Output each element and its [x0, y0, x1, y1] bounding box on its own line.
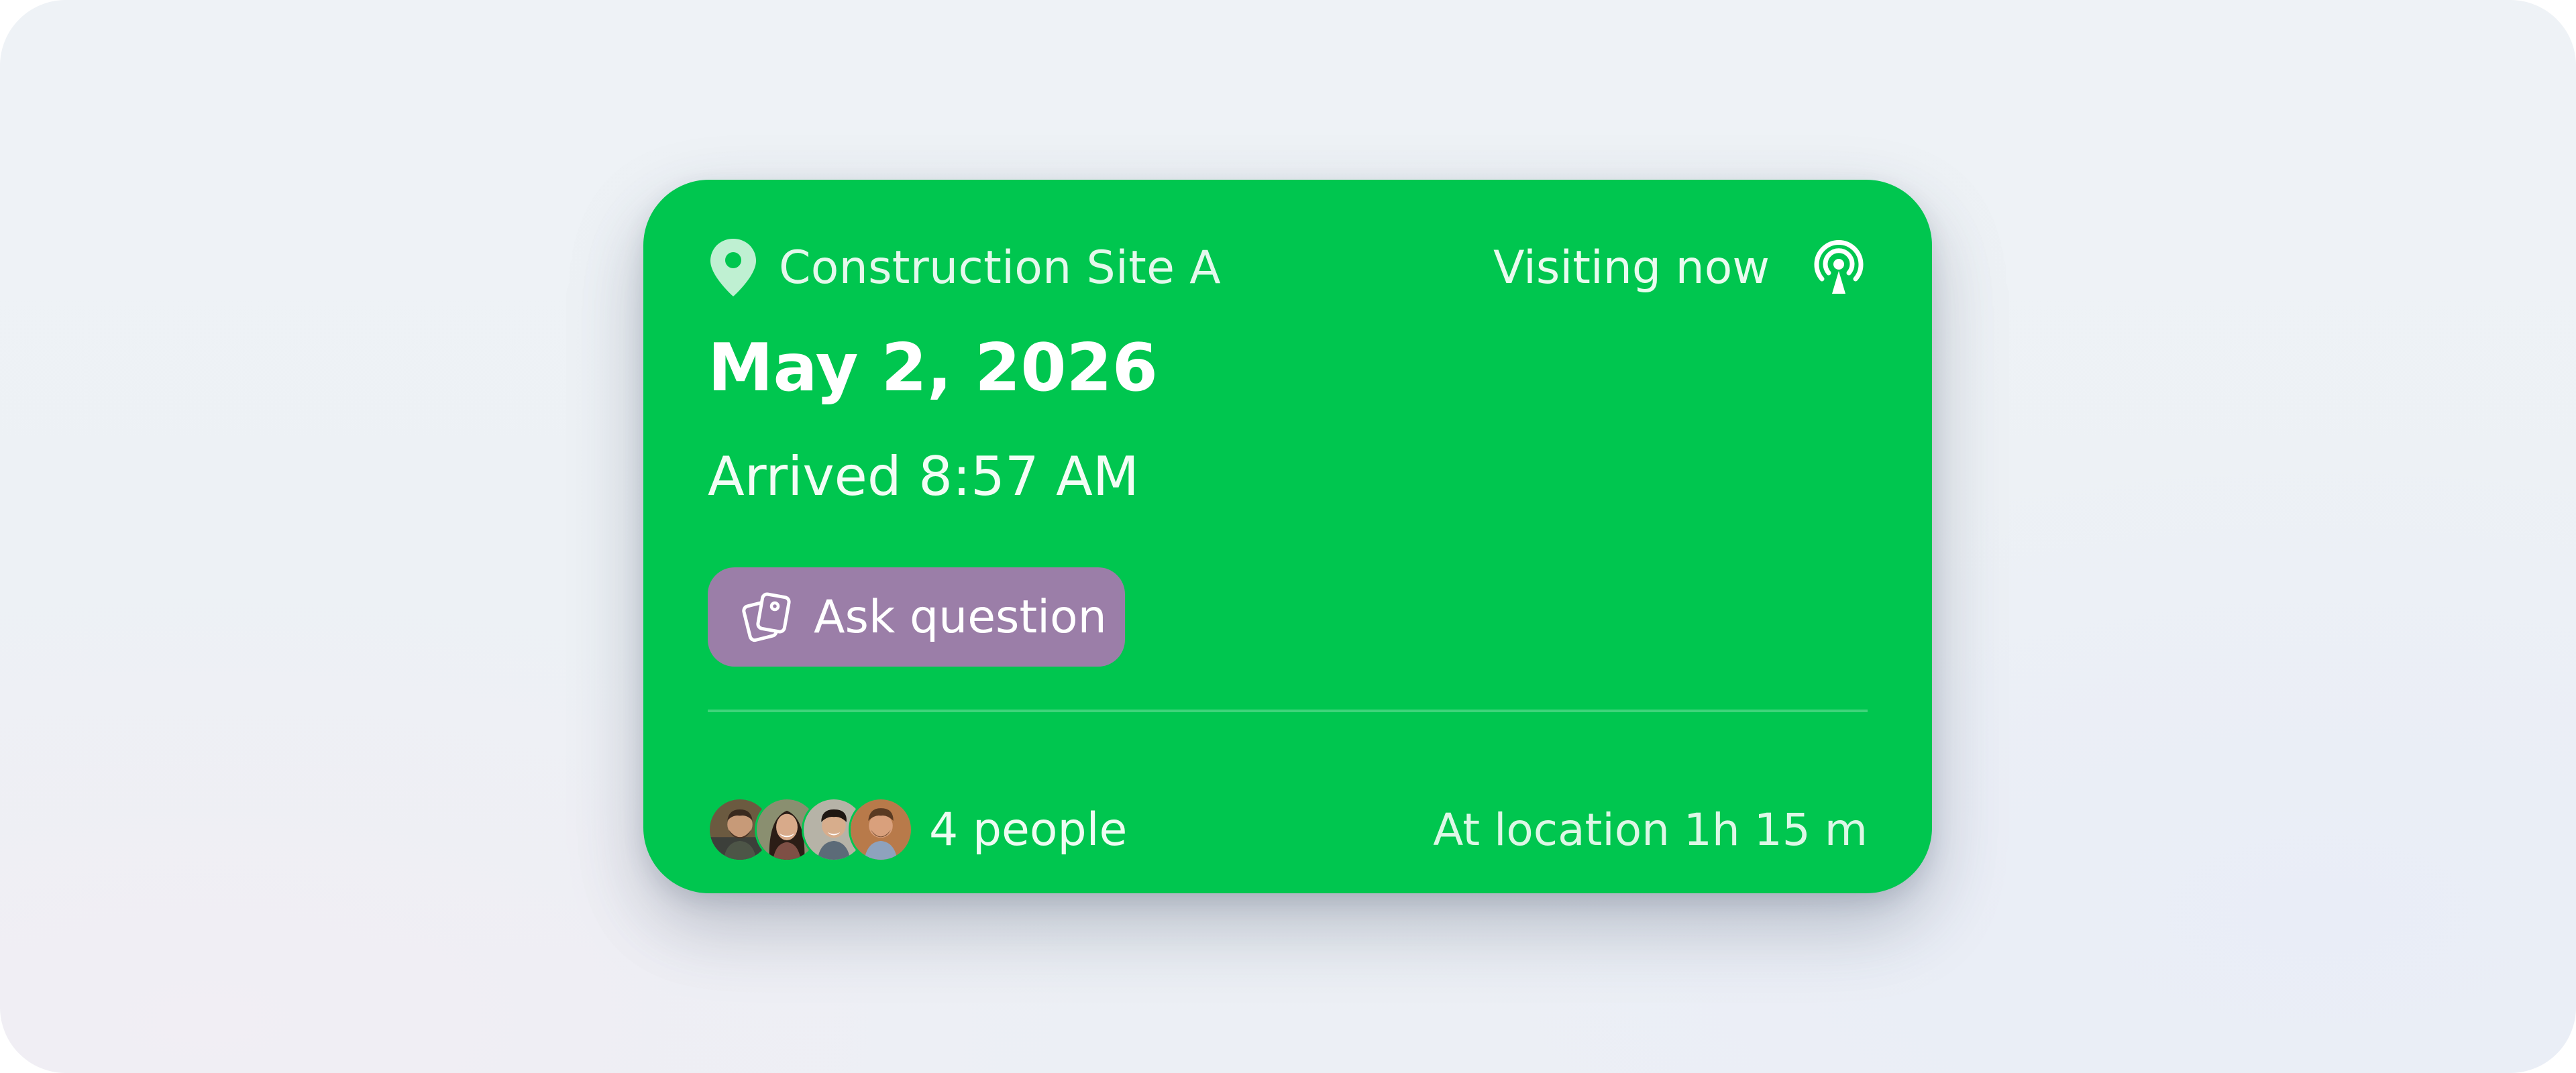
avatar[interactable]: [849, 797, 913, 862]
people-row[interactable]: 4 people: [708, 795, 1127, 864]
page-background: Construction Site A Visiting now May 2, …: [0, 0, 2576, 1073]
map-pin-icon: [710, 239, 756, 296]
avatar-stack[interactable]: [708, 797, 913, 862]
visit-card[interactable]: Construction Site A Visiting now May 2, …: [643, 180, 1932, 893]
people-count: 4 people: [929, 803, 1128, 856]
cards-icon: [742, 592, 791, 642]
time-at-location: At location 1h 15 m: [1433, 803, 1868, 856]
ask-question-label: Ask question: [814, 590, 1107, 644]
ask-question-button[interactable]: Ask question: [708, 567, 1125, 667]
location-row: Construction Site A: [708, 237, 1221, 298]
broadcast-icon: [1814, 239, 1864, 294]
card-divider: [708, 710, 1868, 712]
visit-date: May 2, 2026: [708, 330, 1158, 406]
status-label: Visiting now: [1493, 241, 1770, 294]
status-indicator: Visiting now: [1493, 237, 1868, 298]
arrival-time: Arrived 8:57 AM: [708, 445, 1139, 508]
location-name: Construction Site A: [779, 241, 1221, 294]
